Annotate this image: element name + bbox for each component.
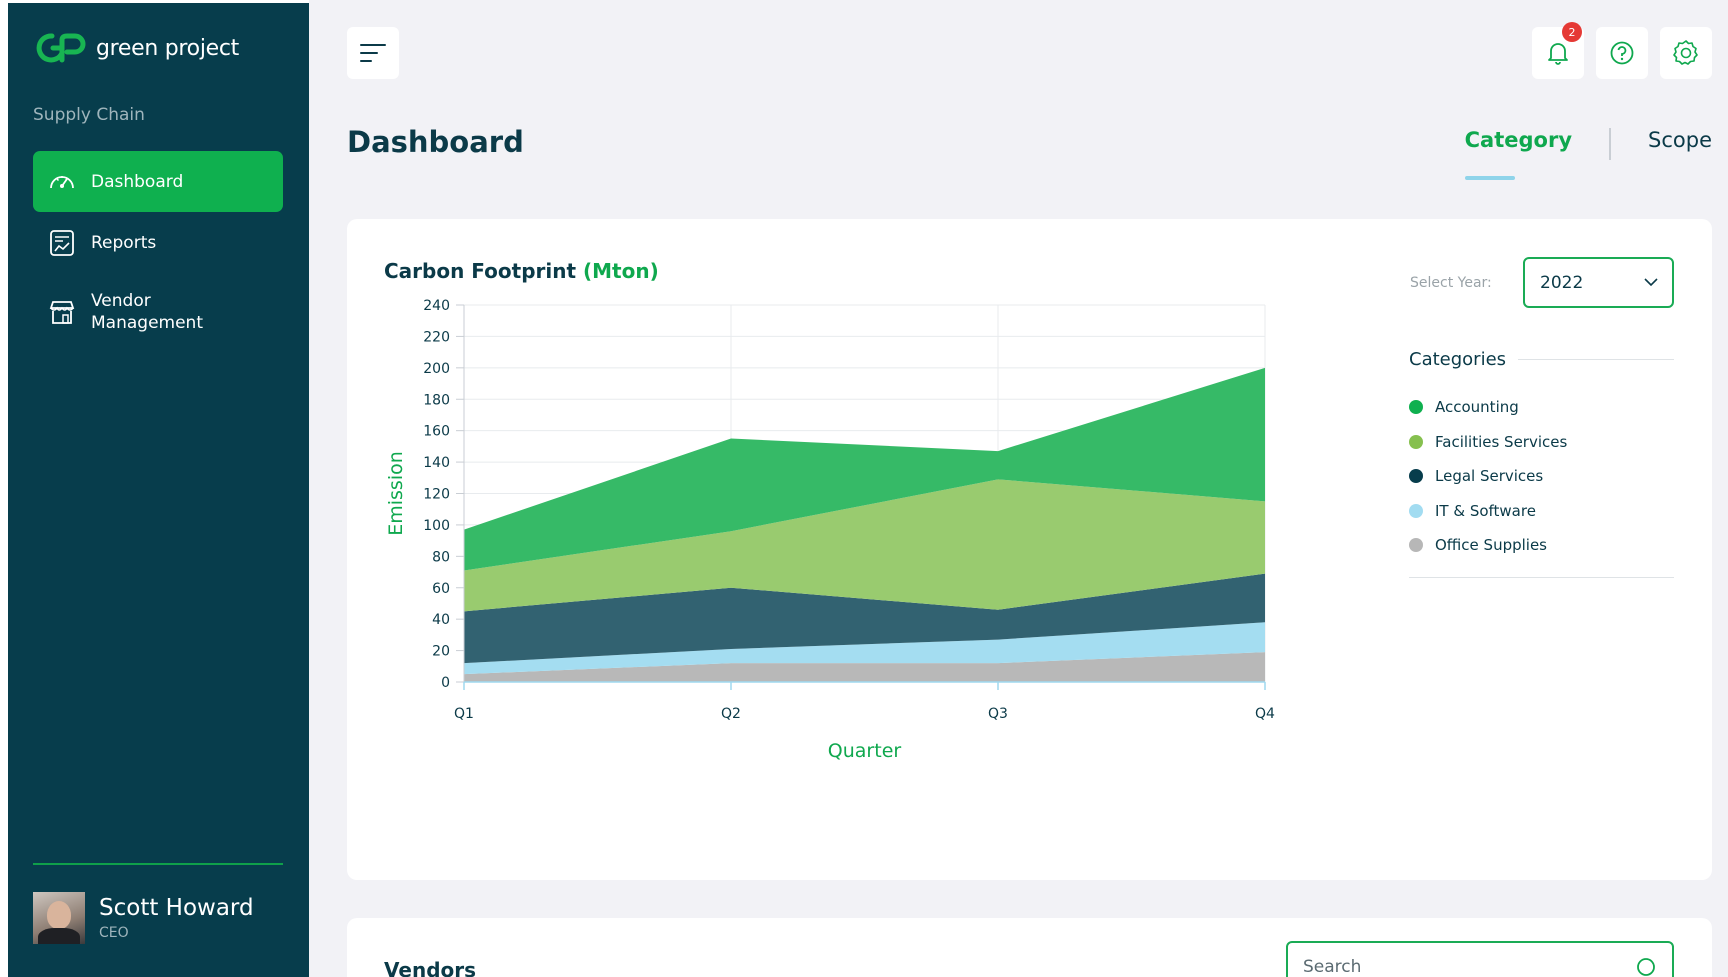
legend-label: Facilities Services [1435, 432, 1568, 451]
legend-color-dot [1409, 503, 1423, 518]
y-tick-label: 220 [423, 329, 450, 345]
sidebar-nav: Dashboard Reports Vendor Management [33, 151, 283, 351]
legend-color-dot [1409, 469, 1423, 484]
tab-divider [1609, 128, 1612, 160]
y-tick-label: 60 [432, 581, 450, 597]
user-role: CEO [99, 925, 129, 941]
year-select-label: Select Year: [1410, 275, 1492, 291]
y-tick-label: 0 [441, 675, 450, 691]
y-tick-label: 80 [432, 549, 450, 565]
y-tick-label: 140 [423, 455, 450, 471]
legend-color-dot [1409, 434, 1423, 449]
y-tick-label: 240 [423, 298, 450, 314]
bell-icon [1548, 43, 1568, 65]
sidebar-item-vendor-management[interactable]: Vendor Management [33, 273, 283, 351]
y-tick-label: 20 [432, 644, 450, 660]
x-tick-label: Q3 [988, 706, 1008, 722]
y-tick-label: 120 [423, 487, 450, 503]
vendors-title: Vendors [384, 958, 477, 977]
x-tick-label: Q1 [454, 706, 474, 722]
section-label: Supply Chain [33, 105, 145, 125]
avatar [33, 892, 85, 944]
year-select[interactable]: 2022 [1523, 257, 1674, 308]
view-tabs: Category Scope [1464, 128, 1712, 180]
page-title: Dashboard [347, 125, 524, 159]
sidebar-item-label: Vendor Management [91, 291, 203, 333]
vendors-card: Vendors [347, 918, 1712, 977]
settings-button[interactable] [1660, 27, 1712, 79]
sidebar-item-reports[interactable]: Reports [33, 212, 283, 273]
legend-item: Legal Services [1409, 459, 1674, 494]
vendor-search[interactable] [1286, 941, 1674, 977]
legend-item: Office Supplies [1409, 528, 1674, 563]
legend-label: Accounting [1435, 398, 1519, 417]
year-select-value: 2022 [1540, 272, 1584, 293]
storefront-icon [47, 297, 77, 327]
legend-item: Facilities Services [1409, 425, 1674, 460]
legend-label: Legal Services [1435, 467, 1544, 486]
legend-title-text: Categories [1409, 349, 1507, 370]
main-content: 2 Dashboard Category Scope Carbon Footpr… [309, 0, 1728, 977]
chevron-down-icon [1644, 278, 1658, 287]
sidebar-divider [33, 863, 283, 865]
gear-icon [1673, 40, 1698, 65]
tab-scope[interactable]: Scope [1648, 128, 1712, 160]
notification-badge: 2 [1562, 22, 1582, 42]
search-icon [1637, 958, 1655, 976]
speedometer-icon [47, 167, 77, 197]
legend-divider [1409, 576, 1674, 578]
menu-toggle-button[interactable] [347, 27, 399, 79]
tab-category[interactable]: Category [1464, 128, 1572, 180]
x-tick-label: Q2 [721, 706, 741, 722]
carbon-footprint-chart: 0 20 40 60 80 100 120 140 160 180 200 220 240 Q1 Q2 Q3 Q… [385, 298, 1275, 762]
sidebar-item-dashboard[interactable]: Dashboard [33, 151, 283, 212]
brand-logo[interactable]: green project [34, 31, 239, 65]
legend-item: IT & Software [1409, 494, 1674, 529]
hamburger-menu-icon [360, 44, 386, 62]
user-profile[interactable]: Scott Howard CEO [33, 892, 254, 944]
brand-name: green project [96, 35, 239, 61]
help-button[interactable] [1596, 27, 1648, 79]
carbon-footprint-card: Carbon Footprint (Mton) Select Year: 202… [347, 219, 1712, 880]
legend-title: Categories [1409, 349, 1674, 370]
y-axis-label: Emission [385, 451, 407, 536]
top-actions: 2 [1532, 22, 1712, 79]
x-tick-label: Q4 [1255, 706, 1275, 722]
legend-color-dot [1409, 400, 1423, 415]
y-tick-label: 160 [423, 424, 450, 440]
y-tick-label: 200 [423, 361, 450, 377]
report-chart-icon [47, 228, 77, 258]
search-input[interactable] [1303, 957, 1603, 977]
legend-color-dot [1409, 538, 1423, 553]
sidebar: green project Supply Chain Dashboard Rep… [8, 3, 309, 977]
x-axis-label: Quarter [828, 740, 902, 762]
y-tick-label: 100 [423, 518, 450, 534]
legend-label: IT & Software [1435, 501, 1536, 520]
legend-label: Office Supplies [1435, 536, 1548, 555]
sidebar-item-label: Reports [91, 232, 157, 253]
help-circle-icon [1610, 41, 1634, 65]
y-tick-label: 40 [432, 612, 450, 628]
legend-item: Accounting [1409, 390, 1674, 425]
notifications-button[interactable]: 2 [1532, 22, 1584, 79]
y-tick-label: 180 [423, 392, 450, 408]
green-project-logo-icon [36, 33, 86, 63]
chart-legend: Categories Accounting Facilities Services… [1409, 349, 1674, 578]
sidebar-item-label: Dashboard [91, 171, 184, 192]
legend-list: Accounting Facilities Services Legal Servi… [1409, 390, 1674, 563]
user-name: Scott Howard [99, 895, 254, 921]
